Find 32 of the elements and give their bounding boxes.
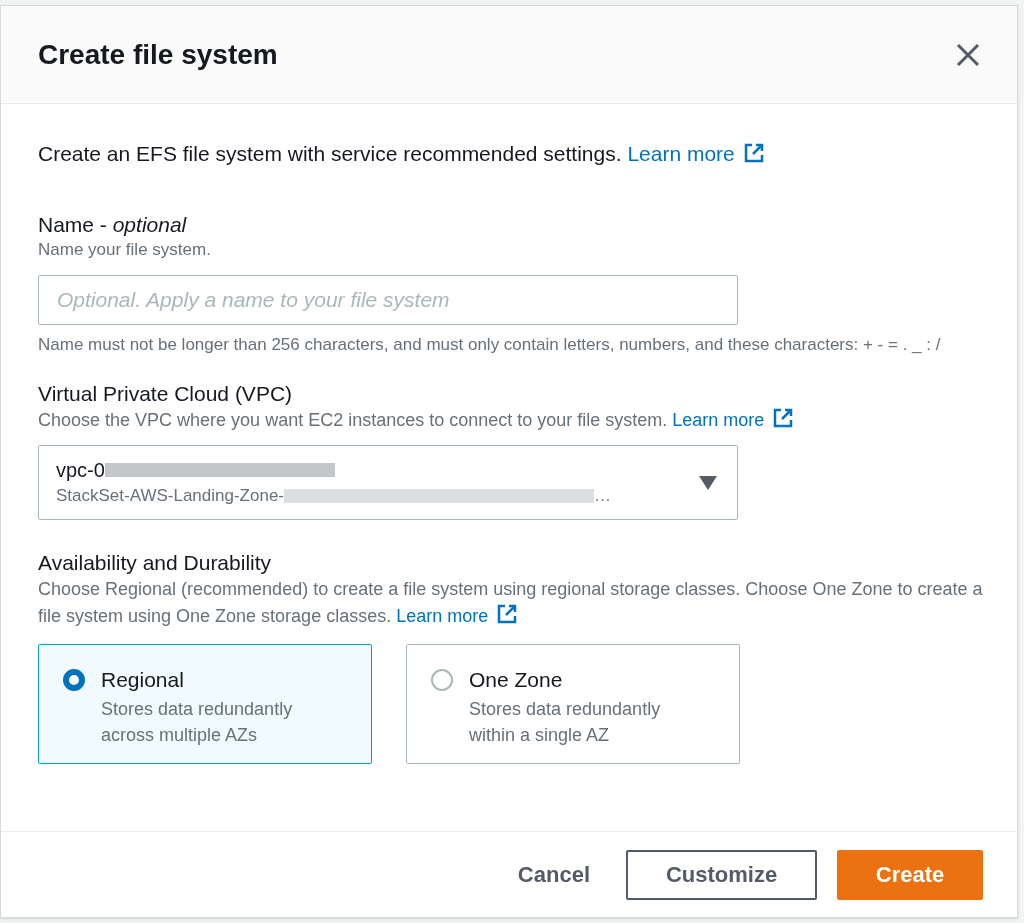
- learn-more-link[interactable]: Learn more: [672, 410, 795, 430]
- vpc-select[interactable]: vpc-0 StackSet-AWS-Landing-Zone- …: [38, 445, 738, 520]
- field-description: Name your file system.: [38, 239, 212, 261]
- dialog-title: Create file system: [38, 37, 278, 72]
- external-link-icon: [742, 142, 765, 164]
- radio-card[interactable]: One Zone Stores data redundantly within a single AZ: [406, 644, 740, 764]
- customize-button[interactable]: Customize: [626, 849, 817, 900]
- learn-more-link[interactable]: Learn more: [627, 142, 765, 165]
- radio-button[interactable]: [431, 669, 453, 691]
- field-description: Choose the VPC where you want EC2 instances to connect to your file system. Learn more: [38, 407, 987, 433]
- caret-down-icon: [699, 475, 717, 490]
- field-description: Choose Regional (recommended) to create a file system using regional storage classes. Choose One Zone to create a file system using One Zone storage classes. Learn more: [38, 578, 984, 628]
- option-description: Stores data redundantly across multiple AZs: [101, 698, 294, 747]
- learn-more-link[interactable]: Learn more: [396, 606, 519, 626]
- close-icon[interactable]: [955, 41, 981, 68]
- radio-card[interactable]: Regional Stores data redundantly across multiple AZs: [38, 644, 372, 764]
- external-link-icon: [496, 603, 519, 625]
- field-label: Virtual Private Cloud (VPC): [38, 381, 294, 407]
- option-description: Stores data redundantly within a single AZ: [469, 698, 662, 747]
- external-link-icon: [772, 407, 795, 429]
- constraint-text: Name must not be longer than 256 characters, and must only contain letters, numbers, and these characters: + - = . _ : /: [38, 334, 942, 356]
- vpc-id: vpc-0: [56, 457, 105, 483]
- vpc-name: StackSet-AWS-Landing-Zone-: [56, 484, 285, 507]
- ellipsis: …: [594, 484, 612, 507]
- name-input-field[interactable]: Optional. Apply a name to your file system: [38, 275, 738, 325]
- field-label: Availability and Durability: [38, 550, 273, 576]
- option-label: One Zone: [469, 667, 564, 693]
- option-label: Regional: [101, 667, 185, 693]
- intro-text: Create an EFS file system with service recommended settings. Learn more: [38, 140, 987, 168]
- radio-button[interactable]: [63, 669, 85, 691]
- field-label: Name - optional: [38, 212, 188, 238]
- cancel-button[interactable]: Cancel: [501, 849, 606, 900]
